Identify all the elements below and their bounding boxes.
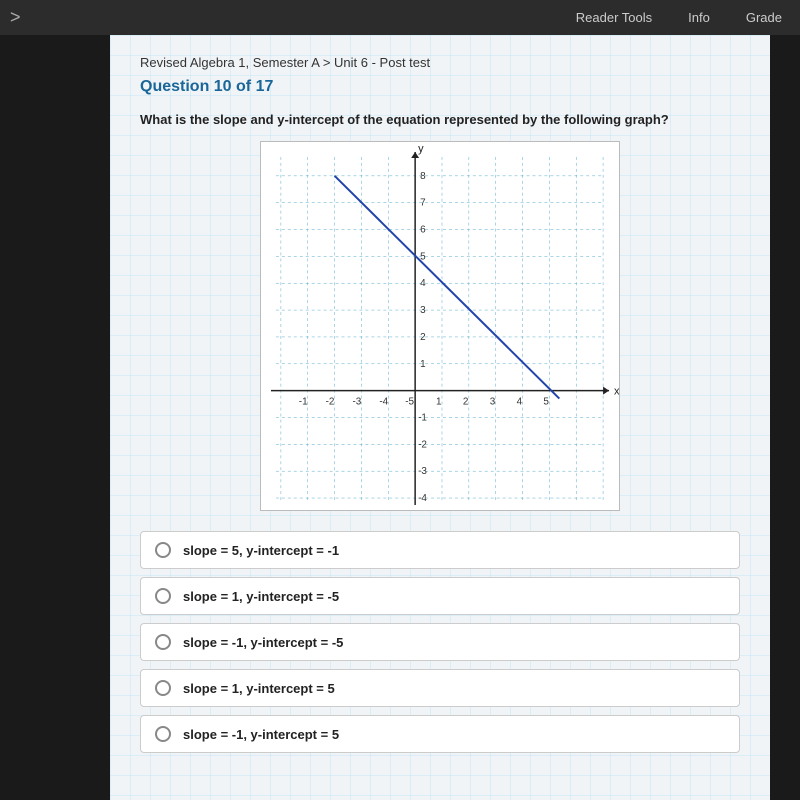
svg-text:1: 1: [420, 359, 426, 370]
svg-text:3: 3: [420, 305, 426, 316]
breadcrumb: Revised Algebra 1, Semester A > Unit 6 -…: [140, 55, 740, 70]
radio-3[interactable]: [155, 634, 171, 650]
question-text: What is the slope and y-intercept of the…: [140, 112, 740, 127]
reader-tools-link[interactable]: Reader Tools: [558, 0, 670, 35]
svg-text:-1: -1: [418, 412, 427, 423]
radio-4[interactable]: [155, 680, 171, 696]
svg-text:1: 1: [436, 397, 442, 408]
radio-2[interactable]: [155, 588, 171, 604]
svg-text:-2: -2: [326, 397, 335, 408]
svg-text:x: x: [614, 386, 619, 398]
svg-text:-1: -1: [299, 397, 308, 408]
svg-text:-3: -3: [352, 397, 361, 408]
chevron-icon[interactable]: >: [10, 7, 21, 28]
svg-text:3: 3: [490, 397, 496, 408]
svg-text:-3: -3: [418, 466, 427, 477]
svg-text:y: y: [418, 143, 424, 155]
answer-label-3: slope = -1, y-intercept = -5: [183, 635, 343, 650]
svg-text:-4: -4: [418, 493, 427, 504]
left-sidebar: [0, 35, 110, 800]
graph-container: x y -5 -4 -3 -2 -1 1 2 3 4 5 8 7 6 5 4 3…: [260, 141, 620, 511]
top-navigation-bar: > Reader Tools Info Grade: [0, 0, 800, 35]
answer-choices-list: slope = 5, y-intercept = -1 slope = 1, y…: [140, 531, 740, 753]
svg-text:5: 5: [543, 397, 549, 408]
question-header: Question 10 of 17: [140, 78, 740, 96]
nav-links: Reader Tools Info Grade: [558, 0, 800, 35]
svg-text:-5: -5: [405, 397, 414, 408]
svg-text:4: 4: [420, 278, 426, 289]
svg-text:-2: -2: [418, 439, 427, 450]
answer-choice-4[interactable]: slope = 1, y-intercept = 5: [140, 669, 740, 707]
answer-choice-2[interactable]: slope = 1, y-intercept = -5: [140, 577, 740, 615]
svg-text:2: 2: [463, 397, 469, 408]
svg-text:-4: -4: [379, 397, 388, 408]
grade-link[interactable]: Grade: [728, 0, 800, 35]
answer-choice-1[interactable]: slope = 5, y-intercept = -1: [140, 531, 740, 569]
answer-label-1: slope = 5, y-intercept = -1: [183, 543, 339, 558]
main-content: Revised Algebra 1, Semester A > Unit 6 -…: [110, 35, 770, 800]
answer-choice-3[interactable]: slope = -1, y-intercept = -5: [140, 623, 740, 661]
svg-text:2: 2: [420, 332, 426, 343]
answer-label-5: slope = -1, y-intercept = 5: [183, 727, 339, 742]
radio-1[interactable]: [155, 542, 171, 558]
svg-text:8: 8: [420, 171, 426, 182]
svg-text:6: 6: [420, 225, 426, 236]
graph-svg: x y -5 -4 -3 -2 -1 1 2 3 4 5 8 7 6 5 4 3…: [261, 142, 619, 510]
svg-text:7: 7: [420, 198, 426, 209]
answer-choice-5[interactable]: slope = -1, y-intercept = 5: [140, 715, 740, 753]
answer-label-4: slope = 1, y-intercept = 5: [183, 681, 335, 696]
answer-label-2: slope = 1, y-intercept = -5: [183, 589, 339, 604]
svg-text:4: 4: [517, 397, 523, 408]
radio-5[interactable]: [155, 726, 171, 742]
info-link[interactable]: Info: [670, 0, 728, 35]
